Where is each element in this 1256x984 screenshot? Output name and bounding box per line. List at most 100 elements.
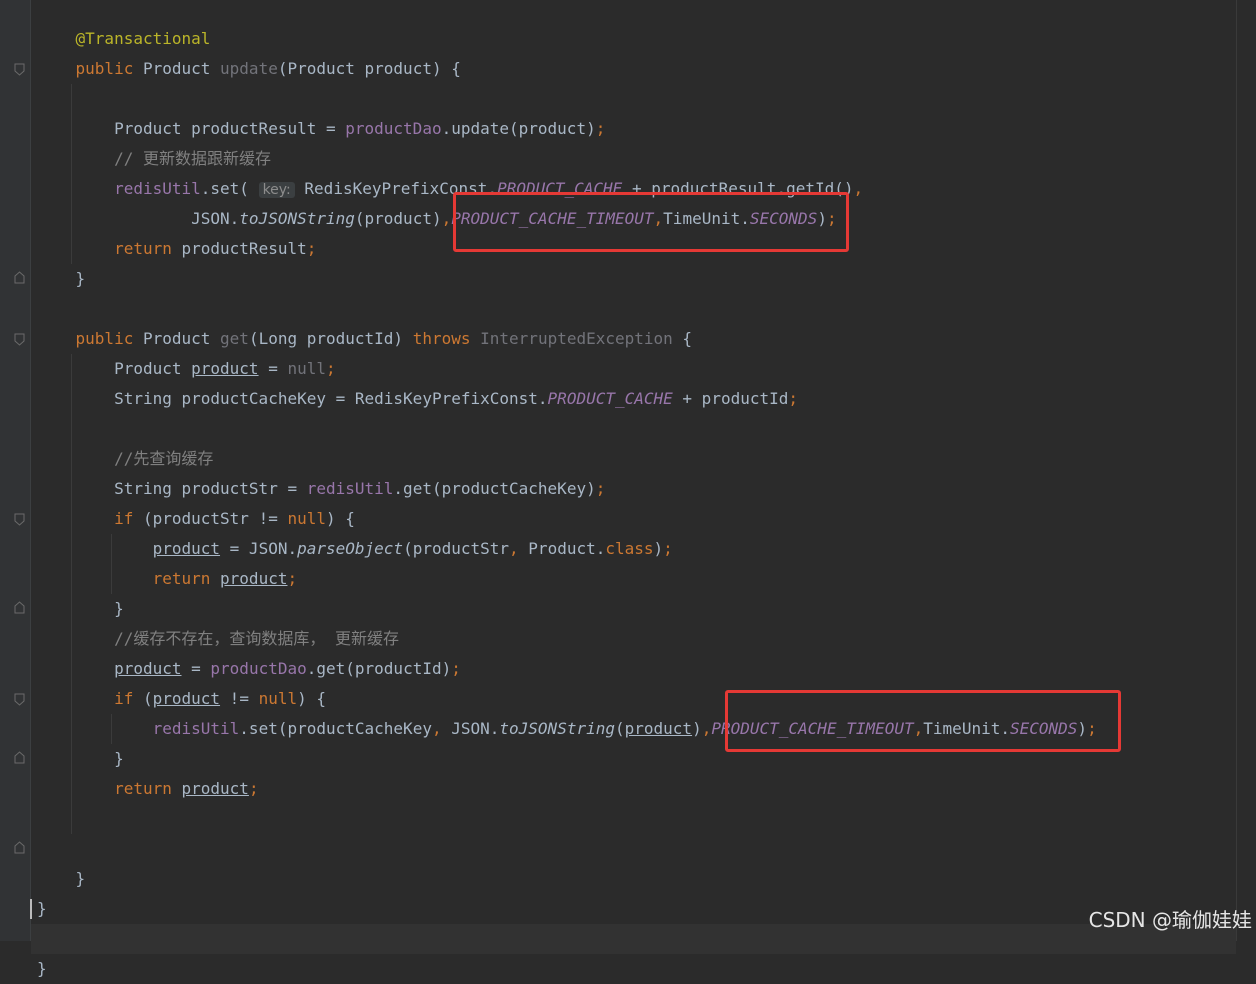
code-token: ( [142,689,153,708]
code-token: product [624,719,693,738]
code-token: } [37,749,124,768]
code-token: ; [287,569,298,588]
fold-start-icon[interactable] [14,63,25,76]
code-token: update [220,59,278,78]
code-token: } [37,959,47,978]
code-token: String productStr = [37,479,307,498]
fold-end-icon[interactable] [14,751,25,764]
code-token: .get(productCacheKey) [393,479,596,498]
code-token: , [509,539,529,558]
watermark: CSDN @瑜伽娃娃 [1088,908,1252,932]
code-token: null [258,689,298,708]
code-token: .update(product) [441,119,596,138]
gutter-separator [30,0,31,941]
fold-start-icon[interactable] [14,513,25,526]
code-token: JSON. [37,209,240,228]
code-token: String productCacheKey = RedisKeyPrefixC… [37,389,548,408]
code-token: toJSONString [499,719,615,738]
code-token: //先查询缓存 [114,449,214,468]
fold-end-icon[interactable] [14,601,25,614]
code-token: product [191,359,259,378]
code-token: ) [692,719,702,738]
code-token: productDao [210,659,307,678]
code-token: ; [326,359,336,378]
code-token: ; [663,539,673,558]
fold-start-icon[interactable] [14,693,25,706]
code-token: (productStr [403,539,510,558]
code-token: , [853,179,864,198]
code-token: = [258,359,288,378]
code-token: ; [306,239,317,258]
code-token: Product productResult = [37,119,346,138]
code-token: return [114,779,182,798]
parameter-hint: key: [258,182,295,198]
code-token: Product [37,359,192,378]
code-token: //缓存不存在，查询数据库， 更新缓存 [114,629,399,648]
code-token: Product [142,329,221,348]
code-token: return [114,239,182,258]
code-token: (productStr != [142,509,288,528]
code-token: (product) [354,209,442,228]
code-token: @Transactional [75,29,211,48]
code-line[interactable] [31,924,1236,954]
code-token: product [152,539,221,558]
code-token: productDao [345,119,442,138]
code-token: } [37,869,86,888]
code-token: null [287,509,326,528]
code-token: ) { [297,689,327,708]
code-token: ; [248,779,259,798]
code-token: public [75,329,143,348]
code-token: ; [595,479,606,498]
code-token: productResult [181,239,307,258]
editor-gutter [0,0,30,941]
code-token: parseObject [297,539,404,558]
code-token: + productId [672,389,789,408]
code-token: product [152,689,221,708]
fold-start-icon[interactable] [14,333,25,346]
code-token: } [37,899,47,918]
code-token: PRODUCT_CACHE [547,389,673,408]
code-token: = [181,659,211,678]
code-token: ) [653,539,664,558]
code-token: if [114,689,143,708]
fold-end-icon[interactable] [14,271,25,284]
code-token: .set(productCacheKey [239,719,432,738]
code-token: } [37,599,124,618]
right-margin-line [1236,0,1237,941]
code-token: redisUtil [306,479,394,498]
code-token: .set( [200,179,259,198]
code-token: ; [788,389,799,408]
code-token: { [672,329,693,348]
highlight-box-get [725,690,1121,752]
code-token: InterruptedException [480,329,673,348]
code-token: , [441,209,452,228]
code-token: } [37,269,86,288]
code-token: if [114,509,143,528]
code-token: return [152,569,221,588]
code-token: product [181,779,249,798]
code-token: product [220,569,288,588]
code-token: , [431,719,452,738]
fold-end-icon[interactable] [14,841,25,854]
code-token: ( [614,719,625,738]
code-token: ; [451,659,461,678]
text-caret [30,899,32,919]
code-token: product [114,659,182,678]
code-token: = JSON. [220,539,298,558]
code-token: (Product product) { [277,59,461,78]
